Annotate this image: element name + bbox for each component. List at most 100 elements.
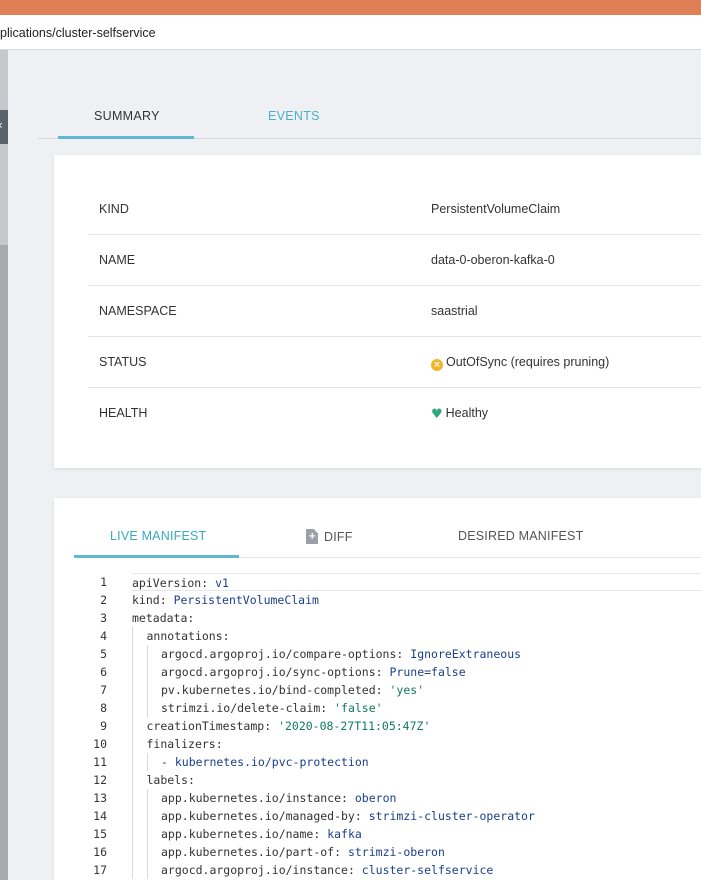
browser-title-bar (0, 0, 701, 15)
code-text: apiVersion: v1 (132, 573, 701, 591)
summary-row-health: HEALTH ♥ Healthy (88, 388, 701, 439)
indent-guide (146, 843, 148, 861)
code-text: finalizers: (132, 735, 701, 753)
code-line: 16 app.kubernetes.io/part-of: strimzi-obe… (54, 843, 701, 861)
code-text: argocd.argoproj.io/compare-options: Igno… (132, 645, 701, 663)
indent-guide (132, 789, 133, 807)
indent-guide (132, 627, 133, 645)
status-value-wrap: × OutOfSync (requires pruning) (431, 355, 609, 371)
indent-guide (132, 843, 133, 861)
code-text: creationTimestamp: '2020-08-27T11:05:47Z… (132, 717, 701, 735)
yaml-key: metadata (132, 611, 188, 625)
tab-events[interactable]: EVENTS (268, 105, 320, 139)
status-label: STATUS (99, 355, 147, 369)
code-line: 12 labels: (54, 771, 701, 789)
code-text: argocd.argoproj.io/instance: cluster-sel… (132, 861, 701, 879)
yaml-key: app.kubernetes.io/managed-by (161, 809, 355, 823)
code-line: 9 creationTimestamp: '2020-08-27T11:05:47… (54, 717, 701, 735)
yaml-value: 'false' (334, 701, 383, 715)
code-text: kind: PersistentVolumeClaim (132, 593, 319, 607)
indent-guide (146, 807, 148, 825)
name-value: data-0-oberon-kafka-0 (431, 253, 555, 267)
sidebar-collapse-button[interactable]: ‹ (0, 110, 8, 144)
code-text: annotations: (132, 627, 701, 645)
code-line: 10 finalizers: (54, 735, 701, 753)
line-number: 3 (100, 611, 107, 625)
code-line: 13 app.kubernetes.io/instance: oberon (54, 789, 701, 807)
line-number: 16 (93, 845, 107, 859)
yaml-editor[interactable]: 1 apiVersion: v1 2 kind: PersistentVolumeCl… (54, 573, 701, 879)
yaml-value: IgnoreExtraneous (410, 647, 522, 661)
tab-summary[interactable]: SUMMARY (58, 105, 194, 139)
indent-guide (146, 699, 148, 717)
indent-guide (132, 861, 133, 879)
line-number: 8 (100, 701, 107, 715)
name-label: NAME (99, 253, 136, 267)
warning-circle-icon: × (431, 359, 443, 371)
manifest-card: LIVE MANIFEST DIFF DESIRED MANIFEST 1 api… (54, 498, 701, 880)
line-number: 12 (93, 773, 107, 787)
code-line: 7 pv.kubernetes.io/bind-completed: 'yes' (54, 681, 701, 699)
yaml-key: app.kubernetes.io/name (161, 827, 314, 841)
line-number: 13 (93, 791, 107, 805)
namespace-value: saastrial (431, 304, 478, 318)
code-text: argocd.argoproj.io/sync-options: Prune=f… (132, 663, 701, 681)
indent-guide (132, 807, 133, 825)
yaml-value: oberon (354, 791, 397, 805)
code-line: 8 strimzi.io/delete-claim: 'false' (54, 699, 701, 717)
indent-guide (132, 753, 133, 771)
indent-guide (146, 789, 148, 807)
indent-guide (146, 681, 148, 699)
yaml-value: strimzi-oberon (347, 845, 445, 859)
namespace-label: NAMESPACE (99, 304, 177, 318)
heart-icon: ♥ (431, 407, 443, 422)
indent-guide (132, 825, 133, 843)
code-line: 3 metadata: (54, 609, 701, 627)
yaml-value: v1 (215, 576, 229, 590)
yaml-key: creationTimestamp (146, 719, 265, 733)
summary-card: KIND PersistentVolumeClaim NAME data-0-o… (54, 155, 701, 468)
address-bar[interactable]: plications/cluster-selfservice (0, 15, 701, 50)
tab-live-manifest[interactable]: LIVE MANIFEST (74, 518, 239, 558)
code-line: 14 app.kubernetes.io/managed-by: strimzi-… (54, 807, 701, 825)
code-text: app.kubernetes.io/managed-by: strimzi-cl… (132, 807, 701, 825)
code-line: 17 argocd.argoproj.io/instance: cluster-s… (54, 861, 701, 879)
tab-desired-manifest[interactable]: DESIRED MANIFEST (458, 529, 583, 543)
kind-value: PersistentVolumeClaim (431, 202, 561, 216)
indent-guide (146, 753, 148, 771)
yaml-key: argocd.argoproj.io/sync-options (161, 665, 376, 679)
line-number: 10 (93, 737, 107, 751)
indent-guide (132, 663, 133, 681)
chevron-icon: ‹ (0, 118, 3, 132)
yaml-value: kafka (327, 827, 362, 841)
tab-diff[interactable]: DIFF (306, 529, 353, 544)
url-text[interactable]: plications/cluster-selfservice (0, 26, 156, 40)
yaml-key: finalizers (146, 737, 216, 751)
code-line: 11 - kubernetes.io/pvc-protection (54, 753, 701, 771)
indent-guide (132, 717, 133, 735)
health-label: HEALTH (99, 406, 148, 420)
yaml-key: app.kubernetes.io/part-of (161, 845, 335, 859)
summary-row-name: NAME data-0-oberon-kafka-0 (88, 235, 701, 286)
health-value-wrap: ♥ Healthy (431, 406, 488, 422)
code-text: app.kubernetes.io/instance: oberon (132, 789, 701, 807)
indent-guide (146, 663, 148, 681)
yaml-key: labels (146, 773, 189, 787)
line-number: 5 (100, 647, 107, 661)
yaml-key: annotations (146, 629, 223, 643)
yaml-value: Prune=false (389, 665, 466, 679)
indent-guide (132, 699, 133, 717)
indent-guide (132, 735, 133, 753)
indent-guide (146, 861, 148, 879)
left-sidebar: ‹ (0, 50, 8, 880)
yaml-key: strimzi.io/delete-claim (161, 701, 321, 715)
yaml-key: argocd.argoproj.io/instance (161, 863, 348, 877)
kind-label: KIND (99, 202, 129, 216)
line-number: 7 (100, 683, 107, 697)
code-line: 5 argocd.argoproj.io/compare-options: Ign… (54, 645, 701, 663)
yaml-key: apiVersion (132, 576, 202, 590)
health-value: Healthy (445, 406, 489, 420)
yaml-value: - kubernetes.io/pvc-protection (161, 755, 369, 769)
indent-guide (146, 645, 148, 663)
line-number: 11 (93, 755, 107, 769)
